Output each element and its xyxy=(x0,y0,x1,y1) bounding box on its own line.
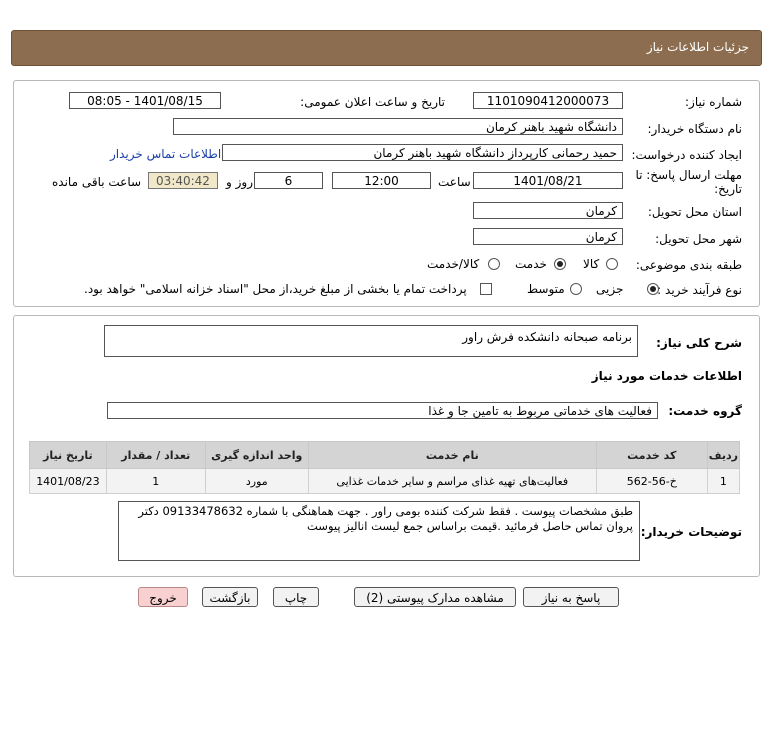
col-code: کد خدمت xyxy=(595,441,708,469)
print-button[interactable]: چاپ xyxy=(273,587,319,607)
remaining-label: ساعت باقی مانده xyxy=(52,175,142,189)
cell-date: 1401/08/23 xyxy=(29,468,107,494)
cell-code: خ-56-562 xyxy=(595,468,708,494)
category-goods-label: کالا xyxy=(583,257,600,271)
deadline-time-field: 12:00 xyxy=(332,172,431,189)
buyer-notes-field: طبق مشخصات پیوست . فقط شرکت کننده بومی ر… xyxy=(118,501,640,561)
service-group-field: فعالیت های خدماتی مربوط به تامین جا و غذ… xyxy=(107,402,658,419)
col-date: تاریخ نیاز xyxy=(29,441,107,469)
col-name: نام خدمت xyxy=(307,441,597,469)
buyer-notes-label: توضیحات خریدار: xyxy=(640,525,742,539)
purchase-medium-radio[interactable] xyxy=(570,283,582,295)
table-row: 1 خ-56-562 فعالیت‌های تهیه غذای مراسم و … xyxy=(29,468,741,494)
treasury-payment-note: پرداخت تمام یا بخشی از مبلغ خرید،از محل … xyxy=(84,282,467,296)
reply-button[interactable]: پاسخ به نیاز xyxy=(523,587,619,607)
creator-label: ایجاد کننده درخواست: xyxy=(631,148,742,162)
services-title: اطلاعات خدمات مورد نیاز xyxy=(591,369,742,383)
city-label: شهر محل تحویل: xyxy=(655,232,742,246)
province-field: کرمان xyxy=(473,202,623,219)
back-button[interactable]: بازگشت xyxy=(202,587,258,607)
purchase-minor-label: جزیی xyxy=(596,282,624,296)
table-header-row: ردیف کد خدمت نام خدمت واحد اندازه گیری ت… xyxy=(29,441,741,469)
time-label: ساعت xyxy=(438,175,471,189)
col-unit: واحد اندازه گیری xyxy=(204,441,309,469)
description-label: شرح کلی نیاز: xyxy=(656,336,742,350)
city-field: کرمان xyxy=(473,228,623,245)
description-text: برنامه صبحانه دانشکده فرش راور xyxy=(462,330,632,344)
category-goods-service-label: کالا/خدمت xyxy=(427,257,480,271)
treasury-payment-checkbox[interactable] xyxy=(480,283,492,295)
category-service-label: خدمت xyxy=(515,257,547,271)
info-panel xyxy=(13,80,760,307)
deadline-date-field: 1401/08/21 xyxy=(473,172,623,189)
purchase-minor-radio[interactable] xyxy=(647,283,659,295)
col-qty: تعداد / مقدار xyxy=(105,441,206,469)
category-goods-service-radio[interactable] xyxy=(488,258,500,270)
deadline-label-2: تاریخ: xyxy=(714,182,742,196)
category-service-radio[interactable] xyxy=(554,258,566,270)
days-field: 6 xyxy=(254,172,323,189)
purchase-type-label: نوع فرآیند خرید : xyxy=(657,283,742,297)
page-title: جزئیات اطلاعات نیاز xyxy=(646,40,749,54)
remaining-timer: 03:40:42 xyxy=(148,172,218,189)
attachments-button[interactable]: مشاهده مدارک پیوستی (2) xyxy=(354,587,516,607)
announce-label: تاریخ و ساعت اعلان عمومی: xyxy=(300,95,445,109)
need-number-label: شماره نیاز: xyxy=(685,95,742,109)
buyer-org-label: نام دستگاه خریدار: xyxy=(647,122,743,136)
buyer-notes-text: طبق مشخصات پیوست . فقط شرکت کننده بومی ر… xyxy=(138,504,633,533)
days-label: روز و xyxy=(226,175,253,189)
deadline-label-1: مهلت ارسال پاسخ: تا xyxy=(635,168,742,182)
category-goods-radio[interactable] xyxy=(606,258,618,270)
description-field: برنامه صبحانه دانشکده فرش راور xyxy=(104,325,638,357)
col-row: ردیف xyxy=(706,441,741,469)
service-group-label: گروه خدمت: xyxy=(668,404,742,418)
cell-qty: 1 xyxy=(105,468,206,494)
cell-row: 1 xyxy=(706,468,741,494)
province-label: استان محل تحویل: xyxy=(647,205,742,219)
buyer-org-field: دانشگاه شهید باهنر کرمان xyxy=(173,118,623,135)
need-number-field: 1101090412000073 xyxy=(473,92,623,109)
services-table: ردیف کد خدمت نام خدمت واحد اندازه گیری ت… xyxy=(29,441,741,494)
exit-button[interactable]: خروج xyxy=(138,587,188,607)
cell-name: فعالیت‌های تهیه غذای مراسم و سایر خدمات … xyxy=(307,468,597,494)
announce-field: 1401/08/15 - 08:05 xyxy=(69,92,221,109)
cell-unit: مورد xyxy=(204,468,309,494)
page-header: جزئیات اطلاعات نیاز xyxy=(11,30,762,66)
creator-field: حمید رحمانی کارپرداز دانشگاه شهید باهنر … xyxy=(222,144,623,161)
category-label: طبقه بندی موضوعی: xyxy=(635,258,742,272)
contact-info-link[interactable]: اطلاعات تماس خریدار xyxy=(110,147,221,161)
purchase-medium-label: متوسط xyxy=(527,282,565,296)
